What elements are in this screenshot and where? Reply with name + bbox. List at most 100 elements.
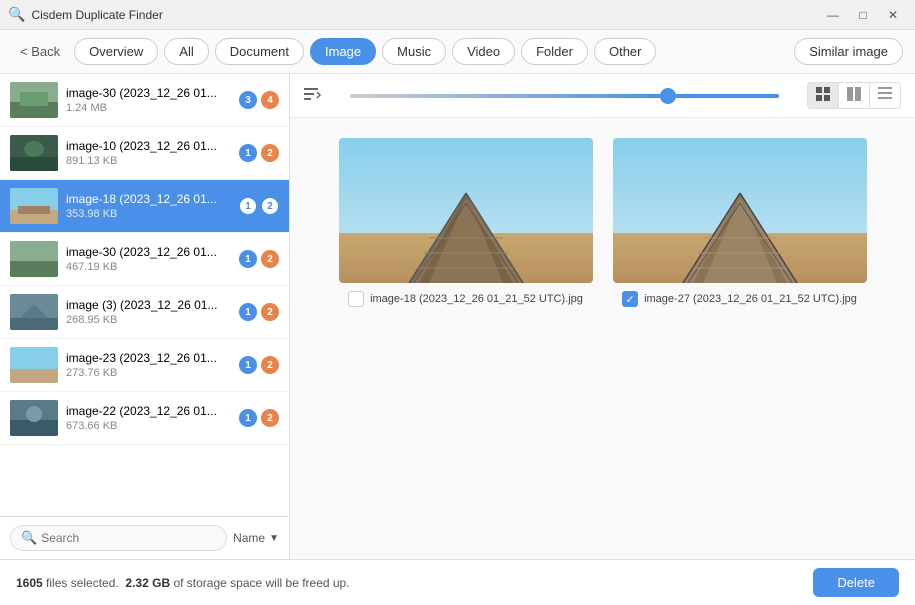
badge-count-1: 1 <box>239 197 257 215</box>
file-name: image-30 (2023_12_26 01... <box>66 86 231 100</box>
thumbnail <box>10 82 58 118</box>
badge-count-2: 4 <box>261 91 279 109</box>
file-name: image-23 (2023_12_26 01... <box>66 351 231 365</box>
tab-music[interactable]: Music <box>382 38 446 65</box>
badge-count-1: 3 <box>239 91 257 109</box>
file-badges: 1 2 <box>239 409 279 427</box>
image-filename-2: image-27 (2023_12_26 01_21_52 UTC).jpg <box>644 293 857 305</box>
tab-overview[interactable]: Overview <box>74 38 158 65</box>
thumbnail <box>10 188 58 224</box>
file-badges: 3 4 <box>239 91 279 109</box>
image-checkbox-1[interactable] <box>348 291 364 307</box>
file-size: 467.19 KB <box>66 261 231 273</box>
image-card-1: image-18 (2023_12_26 01_21_52 UTC).jpg <box>339 138 593 307</box>
badge-count-2: 2 <box>261 409 279 427</box>
badge-count-1: 1 <box>239 303 257 321</box>
tab-other[interactable]: Other <box>594 38 657 65</box>
file-size: 1.24 MB <box>66 102 231 114</box>
file-size: 353.98 KB <box>66 208 231 220</box>
badge-count-2: 2 <box>261 356 279 374</box>
search-bar: 🔍 Name ▼ <box>0 516 289 559</box>
title-bar-controls: — □ ✕ <box>819 5 907 25</box>
sort-label: Name <box>233 531 265 545</box>
delete-button[interactable]: Delete <box>813 568 899 597</box>
list-item[interactable]: image-23 (2023_12_26 01... 273.76 KB 1 2 <box>0 339 289 392</box>
list-item[interactable]: image-30 (2023_12_26 01... 467.19 KB 1 2 <box>0 233 289 286</box>
badge-count-2: 2 <box>261 250 279 268</box>
image-card-2: image-27 (2023_12_26 01_21_52 UTC).jpg <box>613 138 867 307</box>
badge-count-1: 1 <box>239 409 257 427</box>
image-filename-1: image-18 (2023_12_26 01_21_52 UTC).jpg <box>370 293 583 305</box>
back-button[interactable]: < Back <box>12 40 68 63</box>
app-icon: 🔍 <box>8 6 25 23</box>
search-input[interactable] <box>41 531 216 545</box>
file-name: image-18 (2023_12_26 01... <box>66 192 231 206</box>
clear-sort-button[interactable] <box>304 87 322 104</box>
file-name: image-30 (2023_12_26 01... <box>66 245 231 259</box>
file-info: image-10 (2023_12_26 01... 891.13 KB <box>66 139 231 167</box>
file-badges: 1 2 <box>239 197 279 215</box>
right-panel: image-18 (2023_12_26 01_21_52 UTC).jpg <box>290 74 915 559</box>
thumbnail <box>10 400 58 436</box>
status-text: 1605 files selected. 2.32 GB of storage … <box>16 576 350 590</box>
badge-count-2: 2 <box>261 197 279 215</box>
list-item[interactable]: image-22 (2023_12_26 01... 673.66 KB 1 2 <box>0 392 289 445</box>
split-view-button[interactable] <box>839 83 870 108</box>
image-preview-2 <box>613 138 867 283</box>
right-toolbar <box>290 74 915 118</box>
file-badges: 1 2 <box>239 250 279 268</box>
tab-folder[interactable]: Folder <box>521 38 588 65</box>
file-info: image-30 (2023_12_26 01... 1.24 MB <box>66 86 231 114</box>
file-size: 673.66 KB <box>66 420 231 432</box>
status-bar: 1605 files selected. 2.32 GB of storage … <box>0 559 915 605</box>
badge-count-2: 2 <box>261 144 279 162</box>
list-item[interactable]: image-30 (2023_12_26 01... 1.24 MB 3 4 <box>0 74 289 127</box>
minimize-button[interactable]: — <box>819 5 847 25</box>
grid-view-button[interactable] <box>808 83 839 108</box>
thumbnail <box>10 135 58 171</box>
close-button[interactable]: ✕ <box>879 5 907 25</box>
list-view-button[interactable] <box>870 83 900 108</box>
file-size: 273.76 KB <box>66 367 231 379</box>
files-count: 1605 <box>16 576 43 590</box>
thumbnail <box>10 294 58 330</box>
main-content: image-30 (2023_12_26 01... 1.24 MB 3 4 <box>0 74 915 559</box>
badge-count-2: 2 <box>261 303 279 321</box>
slider-wrap <box>330 94 799 98</box>
list-item[interactable]: image-10 (2023_12_26 01... 891.13 KB 1 2 <box>0 127 289 180</box>
zoom-slider[interactable] <box>350 94 779 98</box>
view-buttons <box>807 82 901 109</box>
thumbnail <box>10 347 58 383</box>
file-size: 891.13 KB <box>66 155 231 167</box>
file-size: 268.95 KB <box>66 314 231 326</box>
image-preview-1 <box>339 138 593 283</box>
maximize-button[interactable]: □ <box>849 5 877 25</box>
file-name: image-10 (2023_12_26 01... <box>66 139 231 153</box>
tab-image[interactable]: Image <box>310 38 376 65</box>
list-item[interactable]: image (3) (2023_12_26 01... 268.95 KB 1 … <box>0 286 289 339</box>
chevron-down-icon: ▼ <box>269 533 279 544</box>
title-bar-left: 🔍 Cisdem Duplicate Finder <box>8 6 163 23</box>
badge-count-1: 1 <box>239 144 257 162</box>
title-bar: 🔍 Cisdem Duplicate Finder — □ ✕ <box>0 0 915 30</box>
sort-select[interactable]: Name ▼ <box>233 531 279 545</box>
tab-document[interactable]: Document <box>215 38 304 65</box>
badge-count-1: 1 <box>239 250 257 268</box>
image-label-row-2: image-27 (2023_12_26 01_21_52 UTC).jpg <box>622 291 857 307</box>
left-panel: image-30 (2023_12_26 01... 1.24 MB 3 4 <box>0 74 290 559</box>
file-info: image-22 (2023_12_26 01... 673.66 KB <box>66 404 231 432</box>
storage-size: 2.32 GB <box>125 576 170 590</box>
file-info: image-18 (2023_12_26 01... 353.98 KB <box>66 192 231 220</box>
tab-video[interactable]: Video <box>452 38 515 65</box>
file-info: image-23 (2023_12_26 01... 273.76 KB <box>66 351 231 379</box>
image-checkbox-2[interactable] <box>622 291 638 307</box>
badge-count-1: 1 <box>239 356 257 374</box>
image-area: image-18 (2023_12_26 01_21_52 UTC).jpg <box>290 118 915 559</box>
list-item[interactable]: image-18 (2023_12_26 01... 353.98 KB 1 2 <box>0 180 289 233</box>
tab-all[interactable]: All <box>164 38 208 65</box>
file-list: image-30 (2023_12_26 01... 1.24 MB 3 4 <box>0 74 289 516</box>
search-input-wrap: 🔍 <box>10 525 227 551</box>
similar-image-button[interactable]: Similar image <box>794 38 903 65</box>
file-badges: 1 2 <box>239 303 279 321</box>
file-info: image-30 (2023_12_26 01... 467.19 KB <box>66 245 231 273</box>
